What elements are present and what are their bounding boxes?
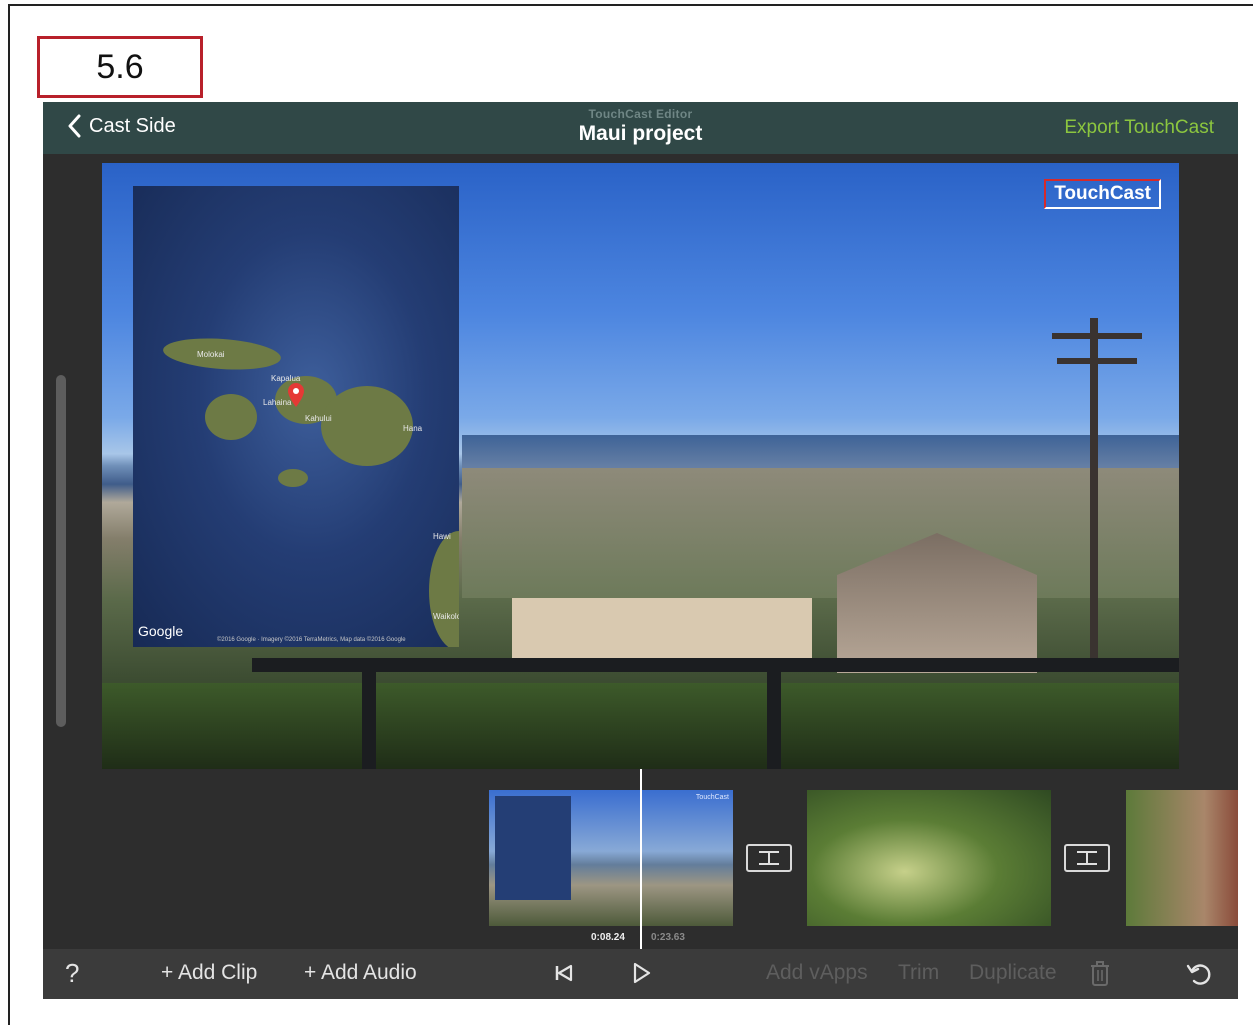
map-label: Molokai [197,350,225,359]
help-button[interactable]: ? [65,958,79,989]
timeline-clip[interactable] [1126,790,1238,926]
touchcast-watermark: TouchCast [1044,179,1161,209]
preview-railing-post [767,663,781,769]
back-button-label: Cast Side [89,114,176,137]
timeline-clip[interactable] [807,790,1051,926]
bottom-toolbar: ? + Add Clip + Add Audio Add vApps Trim … [43,949,1238,999]
map-pin-icon [288,383,304,407]
add-vapps-button[interactable]: Add vApps [766,961,868,985]
transition-button[interactable] [1064,844,1110,872]
preview-utility-pole [1090,318,1098,668]
map-attribution: ©2016 Google · Imagery ©2016 TerraMetric… [217,637,406,643]
play-icon [633,962,651,984]
editor-subtitle: TouchCast Editor [588,107,693,121]
playhead[interactable] [640,769,642,949]
play-button[interactable] [632,962,652,990]
undo-icon [1186,964,1211,985]
transition-button[interactable] [746,844,792,872]
map-label: Hawi [433,532,451,541]
add-audio-button[interactable]: + Add Audio [304,961,417,985]
map-vapp-overlay[interactable]: Molokai Kapalua Lahaina Kahului Hana Haw… [133,186,459,647]
title-block: TouchCast Editor Maui project [43,107,1238,146]
map-label: Waikoloa [433,612,459,621]
preview-railing-post [362,663,376,769]
preview-pole-arm [1052,333,1142,339]
preview-foliage [102,683,1179,769]
current-time: 0:08.24 [591,932,625,943]
clip-map-thumbnail [495,796,571,900]
island-lanai [205,394,257,440]
transition-icon [1077,851,1097,865]
clip-watermark: TouchCast [695,794,729,801]
back-button[interactable]: Cast Side [67,114,176,138]
trash-icon [1091,961,1109,986]
map-label: Hana [403,424,423,433]
video-preview[interactable]: Molokai Kapalua Lahaina Kahului Hana Haw… [102,163,1179,769]
figure-label: 5.6 [37,36,203,98]
island-big-island [429,531,459,647]
touchcast-editor-window: Cast Side TouchCast Editor Maui project … [43,102,1238,999]
island-kahoolawe [278,469,308,487]
chevron-left-icon [68,114,81,138]
delete-button[interactable] [1089,961,1111,993]
add-clip-button[interactable]: + Add Clip [161,961,257,985]
map-label: Kahului [305,414,332,423]
island-maui-east [321,386,413,466]
export-touchcast-button[interactable]: Export TouchCast [1064,117,1214,139]
trim-button[interactable]: Trim [898,961,939,985]
transition-icon [759,851,779,865]
preview-neighborhood [462,468,1179,598]
timeline[interactable]: TouchCast 0:08.24 0:23.63 [43,769,1238,949]
duplicate-button[interactable]: Duplicate [969,961,1057,985]
vertical-scrollbar[interactable] [56,375,66,727]
timeline-clip[interactable]: TouchCast [489,790,733,926]
google-logo: Google [138,623,184,639]
total-time: 0:23.63 [651,932,685,943]
preview-pole-arm [1057,358,1137,364]
project-title: Maui project [578,122,703,145]
map-label: Kapalua [271,374,301,383]
top-bar: Cast Side TouchCast Editor Maui project … [43,102,1238,154]
skip-back-icon [555,964,573,982]
skip-back-button[interactable] [554,963,574,989]
undo-button[interactable] [1186,962,1214,992]
preview-railing [252,658,1179,672]
